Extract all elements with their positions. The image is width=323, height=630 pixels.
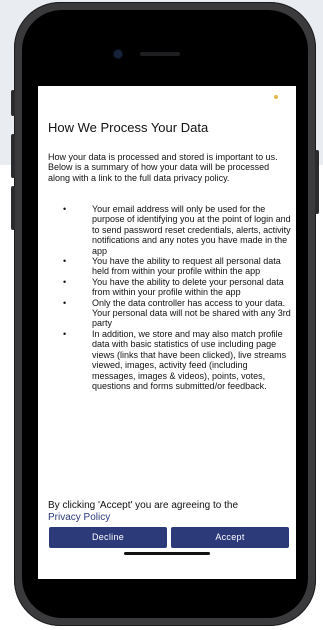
list-item: • In addition, we store and may also matc… [48,329,292,391]
bullet-icon: • [63,297,67,308]
bullet-text: You have the ability to request all pers… [92,256,281,277]
bullet-icon: • [63,204,67,214]
decline-button[interactable]: Decline [49,527,167,548]
accept-button[interactable]: Accept [171,527,289,548]
home-indicator[interactable] [124,552,210,555]
phone-mute-switch [11,90,15,116]
bullet-icon: • [63,276,67,287]
privacy-bullet-list: • Your email address will only be used fo… [48,204,292,391]
dialog-title: How We Process Your Data [48,120,209,135]
phone-power-button [315,150,319,214]
bullet-text: In addition, we store and may also match… [92,328,287,391]
bullet-icon: • [63,256,67,267]
privacy-policy-link[interactable]: Privacy Policy [48,512,110,523]
dialog-intro: How your data is processed and stored is… [48,152,278,183]
bullet-icon: • [63,328,67,339]
privacy-dialog: How We Process Your Data How your data i… [38,86,296,579]
consent-label: By clicking 'Accept' you are agreeing to… [48,500,239,511]
bullet-text: You have the ability to delete your pers… [92,276,284,298]
list-item: • Only the data controller has access to … [48,298,292,329]
bullet-text: Only the data controller has access to y… [92,297,291,329]
earpiece-speaker [140,52,180,56]
phone-volume-up [11,134,15,178]
list-item: • Your email address will only be used fo… [48,204,292,256]
front-camera-icon [114,50,122,58]
consent-text: By clicking 'Accept' you are agreeing to… [48,500,293,523]
list-item: • You have the ability to delete your per… [48,277,292,298]
list-item: • You have the ability to request all per… [48,256,292,277]
phone-volume-down [11,186,15,230]
bullet-text: Your email address will only be used for… [92,204,291,256]
status-dot-icon [274,95,278,99]
